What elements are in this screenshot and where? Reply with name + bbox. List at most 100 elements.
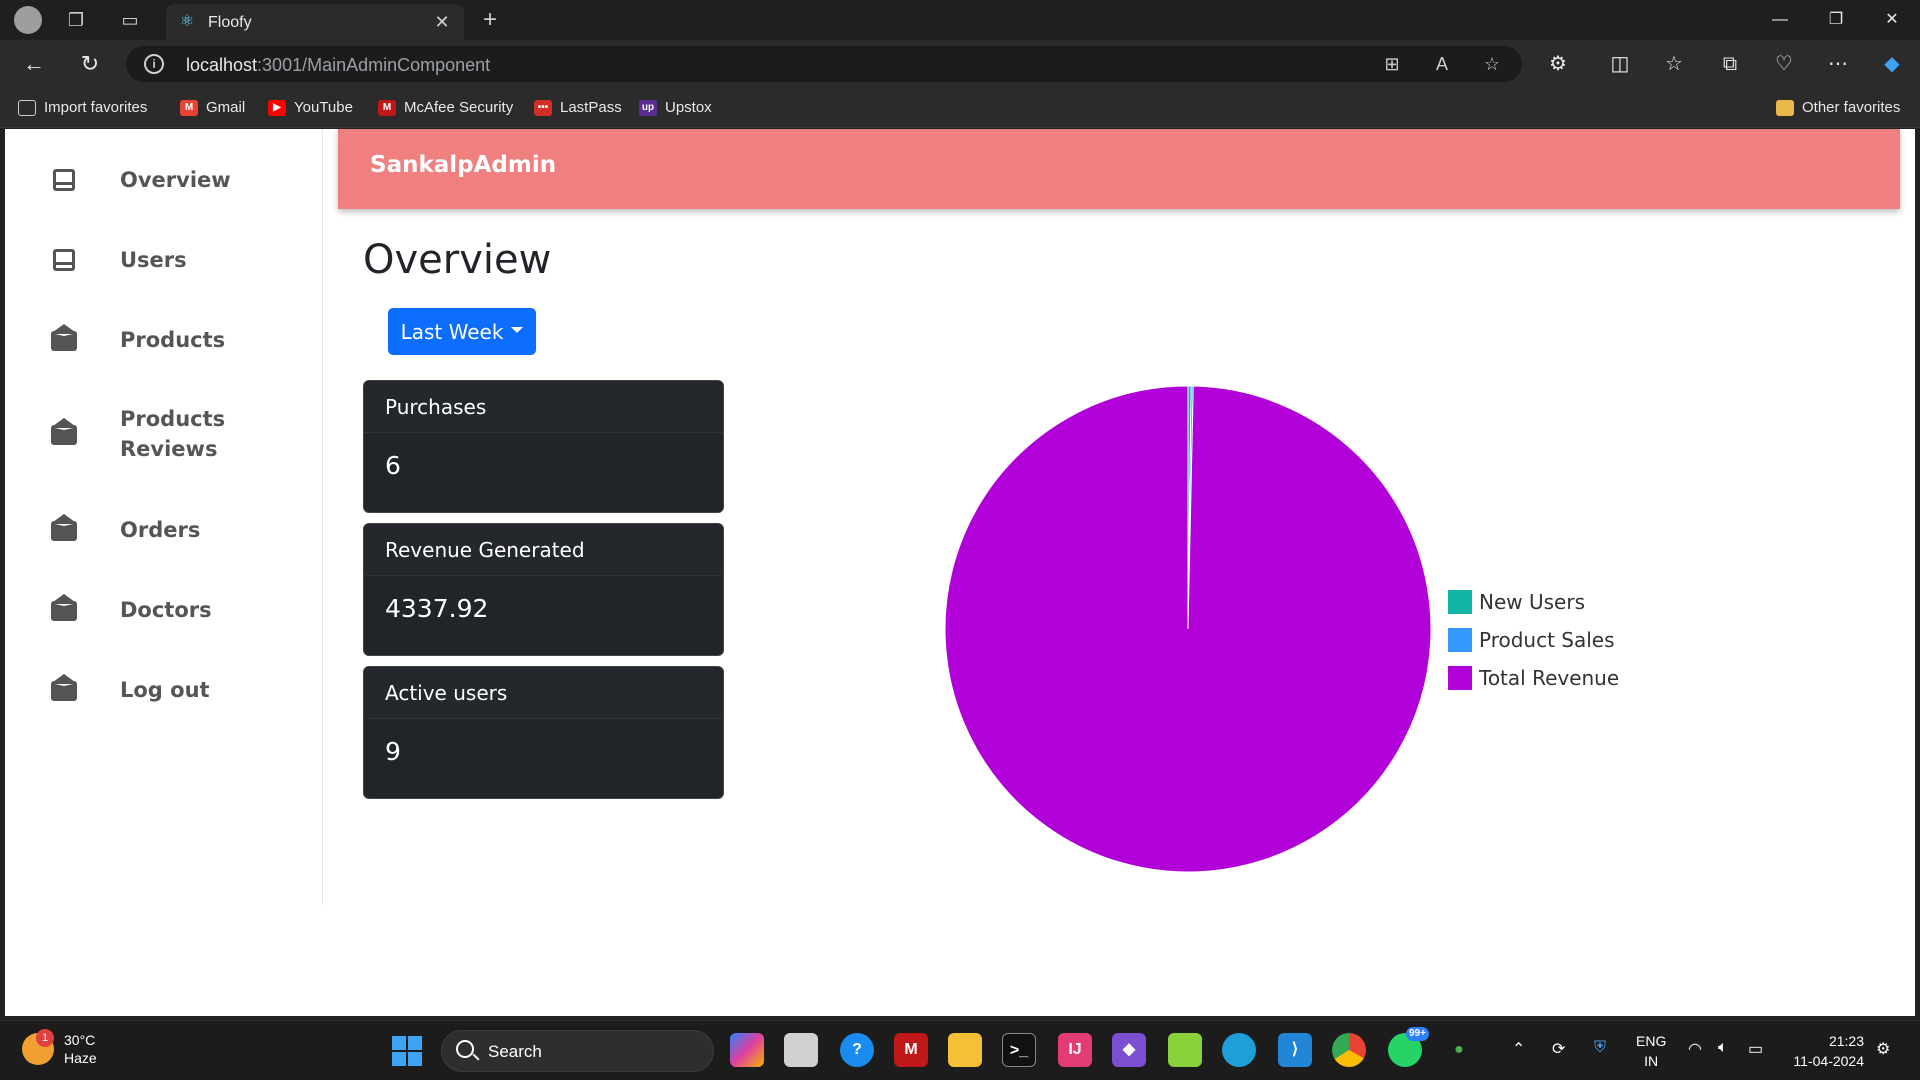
- profile-avatar-icon[interactable]: [14, 6, 42, 34]
- address-bar-row: ← ↻ i localhost:3001/MainAdminComponent …: [0, 40, 1920, 88]
- card-header: Purchases: [364, 381, 723, 433]
- fav-mcafee[interactable]: M McAfee Security: [378, 98, 513, 118]
- file-explorer-icon[interactable]: [948, 1033, 982, 1067]
- envelope-open-icon: [50, 421, 78, 447]
- legend-label: New Users: [1479, 590, 1585, 614]
- minimize-icon[interactable]: —: [1752, 0, 1808, 40]
- fav-import-favorites[interactable]: Import favorites: [18, 98, 147, 118]
- workspaces-icon[interactable]: ❐: [64, 8, 88, 32]
- sidebar-item-products[interactable]: Products: [50, 325, 310, 355]
- fav-upstox[interactable]: up Upstox: [639, 98, 712, 118]
- more-icon[interactable]: ⋯: [1824, 50, 1852, 78]
- card-header: Active users: [364, 667, 723, 719]
- sidebar-item-logout[interactable]: Log out: [50, 675, 310, 705]
- weather-sun-icon: 1: [22, 1029, 54, 1065]
- sidebar-item-label: Orders: [120, 518, 201, 542]
- card-header: Revenue Generated: [364, 524, 723, 576]
- url-text[interactable]: localhost:3001/MainAdminComponent: [186, 55, 490, 76]
- taskbar-search-label: Search: [488, 1042, 542, 1061]
- sidebar-item-products-reviews[interactable]: Products Reviews: [50, 404, 250, 464]
- window-close-icon[interactable]: ✕: [1864, 0, 1920, 40]
- page-title: Overview: [363, 237, 552, 283]
- vscode-icon[interactable]: ⟩: [1278, 1033, 1312, 1067]
- tab-actions-icon[interactable]: ▭: [118, 8, 142, 32]
- import-icon: [18, 100, 36, 116]
- sync-icon[interactable]: ⟳: [1552, 1039, 1565, 1059]
- legend-item-product-sales[interactable]: Product Sales: [1448, 628, 1615, 652]
- upstox-icon: up: [639, 100, 657, 116]
- active-users-card: Active users 9: [363, 666, 724, 799]
- legend-swatch: [1448, 590, 1472, 614]
- app-available-icon[interactable]: ⊞: [1380, 52, 1404, 76]
- edge-icon[interactable]: [1222, 1033, 1256, 1067]
- task-view-icon[interactable]: [784, 1033, 818, 1067]
- whatsapp-icon[interactable]: 99+: [1388, 1027, 1429, 1067]
- card-value: 4337.92: [385, 594, 489, 623]
- caret-down-icon: [511, 327, 524, 333]
- folder-icon: [1776, 100, 1794, 116]
- gmail-icon: M: [180, 100, 198, 116]
- mcafee-taskbar-icon[interactable]: M: [894, 1033, 928, 1067]
- sidebar-item-orders[interactable]: Orders: [50, 515, 310, 545]
- sidebar-item-doctors[interactable]: Doctors: [50, 595, 310, 625]
- react-icon: ⚛: [179, 13, 195, 30]
- show-hidden-icons-icon[interactable]: ⌃: [1512, 1039, 1525, 1059]
- clock-time: 21:23: [1828, 1033, 1864, 1049]
- terminal-icon[interactable]: >_: [1002, 1033, 1036, 1067]
- split-screen-icon[interactable]: ◫: [1606, 50, 1634, 78]
- browser-tab[interactable]: ⚛ Floofy ✕: [166, 4, 464, 40]
- mongodb-icon[interactable]: ●: [1442, 1033, 1476, 1067]
- copilot-icon[interactable]: ◆: [1878, 50, 1906, 78]
- envelope-open-icon: [50, 327, 78, 353]
- revenue-card: Revenue Generated 4337.92: [363, 523, 724, 656]
- range-dropdown-button[interactable]: Last Week: [388, 308, 536, 355]
- notifications-icon[interactable]: ⚙: [1876, 1039, 1890, 1059]
- legend-swatch: [1448, 628, 1472, 652]
- fav-youtube[interactable]: ▶ YouTube: [268, 98, 353, 118]
- intellij-icon[interactable]: IJ: [1058, 1033, 1092, 1067]
- pie-slice-total-revenue[interactable]: [945, 385, 1432, 873]
- sidebar-item-overview[interactable]: Overview: [50, 165, 310, 195]
- wifi-icon[interactable]: ◠: [1688, 1039, 1702, 1059]
- site-info-icon[interactable]: i: [144, 54, 164, 74]
- card-value: 6: [385, 451, 401, 480]
- fav-lastpass[interactable]: ••• LastPass: [534, 98, 622, 118]
- sidebar-item-users[interactable]: Users: [50, 245, 310, 275]
- page-viewport: Overview Users Products Products Reviews…: [5, 129, 1915, 1016]
- legend-swatch: [1448, 666, 1472, 690]
- visual-studio-icon[interactable]: ◆: [1112, 1033, 1146, 1067]
- extensions-icon[interactable]: ⚙: [1544, 50, 1572, 78]
- read-aloud-icon[interactable]: A: [1430, 52, 1454, 76]
- legend-item-new-users[interactable]: New Users: [1448, 590, 1585, 614]
- legend-item-total-revenue[interactable]: Total Revenue: [1448, 666, 1619, 690]
- new-tab-icon[interactable]: +: [478, 8, 502, 32]
- address-bar[interactable]: i localhost:3001/MainAdminComponent ⊞ A …: [126, 46, 1522, 82]
- language-indicator[interactable]: ENG IN: [1636, 1031, 1666, 1071]
- notes-app-icon[interactable]: [1168, 1033, 1202, 1067]
- whatsapp-badge: 99+: [1406, 1027, 1429, 1041]
- taskbar-search[interactable]: Search: [441, 1030, 714, 1072]
- volume-icon[interactable]: 🔈︎: [1718, 1039, 1728, 1057]
- collections-icon[interactable]: ⧉: [1716, 50, 1744, 78]
- taskbar: 1 30°C Haze Search ? M >_ IJ ◆ ⟩ 99+ ● ⌃…: [0, 1020, 1920, 1080]
- clock[interactable]: 21:23 11-04-2024: [1793, 1031, 1864, 1071]
- favorites-icon[interactable]: ☆: [1660, 50, 1688, 78]
- weather-temp: 30°C: [64, 1032, 96, 1048]
- brand-title[interactable]: SankalpAdmin: [370, 152, 556, 178]
- favorite-star-icon[interactable]: ☆: [1480, 52, 1504, 76]
- fav-other-favorites[interactable]: Other favorites: [1776, 98, 1900, 118]
- battery-icon[interactable]: ▭: [1748, 1039, 1763, 1059]
- help-icon[interactable]: ?: [840, 1033, 874, 1067]
- defender-icon[interactable]: ⛨: [1594, 1039, 1606, 1057]
- refresh-icon[interactable]: ↻: [76, 50, 104, 78]
- tab-close-icon[interactable]: ✕: [430, 10, 454, 34]
- chrome-icon[interactable]: [1332, 1033, 1366, 1067]
- weather-widget[interactable]: 1 30°C Haze: [22, 1029, 97, 1067]
- restore-icon[interactable]: ❐: [1808, 0, 1864, 40]
- copilot-taskbar-icon[interactable]: [730, 1033, 764, 1067]
- back-icon[interactable]: ←: [20, 50, 48, 78]
- start-icon[interactable]: [392, 1036, 422, 1066]
- browser-essentials-icon[interactable]: ♡: [1770, 50, 1798, 78]
- envelope-open-icon: [50, 597, 78, 623]
- fav-gmail[interactable]: M Gmail: [180, 98, 245, 118]
